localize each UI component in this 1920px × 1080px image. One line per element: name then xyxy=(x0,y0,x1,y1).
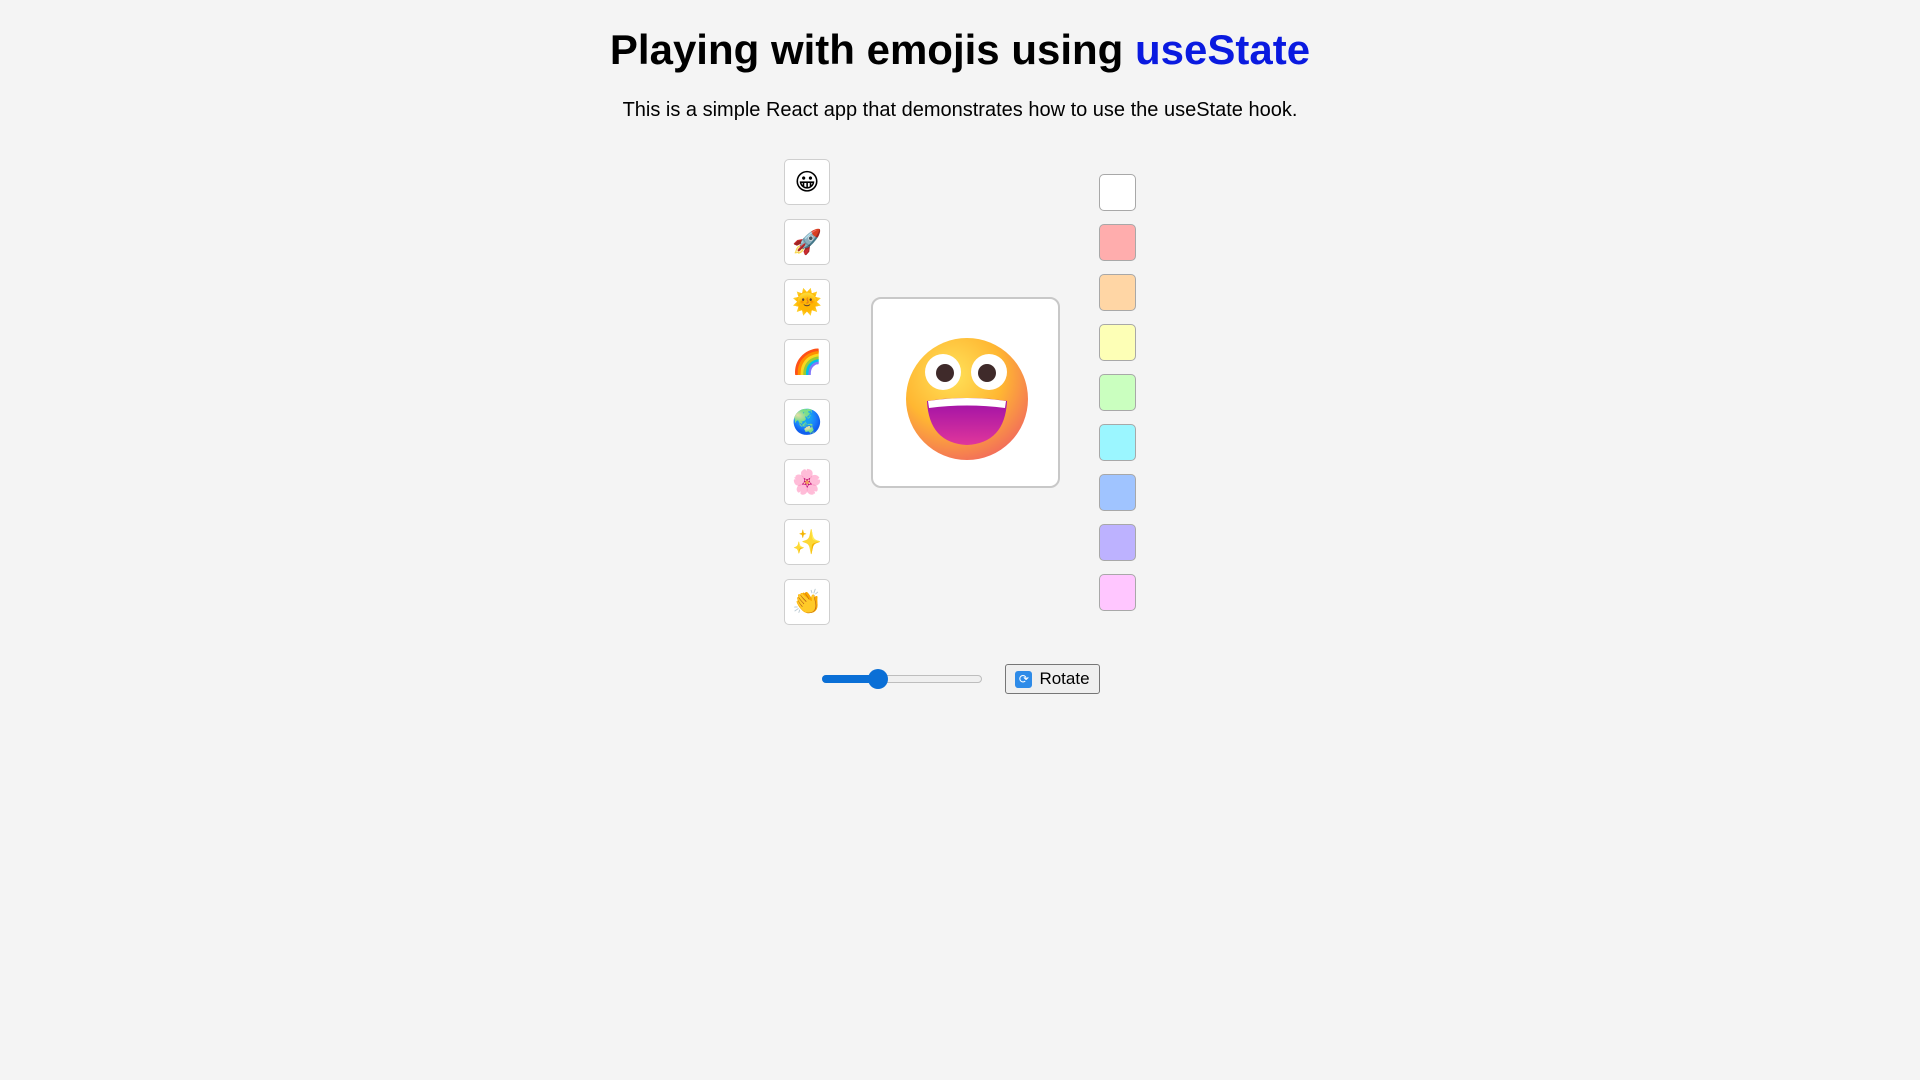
size-slider[interactable] xyxy=(822,669,982,689)
emoji-display xyxy=(871,297,1060,488)
page-title: Playing with emojis using useState xyxy=(0,22,1920,78)
emoji-app: Playing with emojis using useState This … xyxy=(0,0,1920,1080)
color-swatch[interactable] xyxy=(1099,324,1136,361)
color-swatch[interactable] xyxy=(1099,524,1136,561)
slider-thumb[interactable] xyxy=(868,669,888,689)
color-swatch[interactable] xyxy=(1099,424,1136,461)
emoji-option-rainbow[interactable]: 🌈 xyxy=(784,339,830,385)
globe-icon: 🌏 xyxy=(792,408,822,436)
cherry-blossom-icon: 🌸 xyxy=(792,468,822,496)
emoji-option-clapping-hands[interactable]: 👏 xyxy=(784,579,830,625)
emoji-option-globe[interactable]: 🌏 xyxy=(784,399,830,445)
color-swatch[interactable] xyxy=(1099,574,1136,611)
emoji-option-cherry-blossom[interactable]: 🌸 xyxy=(784,459,830,505)
rotate-button[interactable]: ⟳ Rotate xyxy=(1005,664,1100,694)
color-swatch[interactable] xyxy=(1099,374,1136,411)
emoji-option-grinning-face[interactable]: 😀 xyxy=(784,159,830,205)
rotate-arrows-icon: ⟳ xyxy=(1015,670,1033,688)
sun-with-face-icon: 🌞 xyxy=(792,288,822,316)
emoji-option-sun-with-face[interactable]: 🌞 xyxy=(784,279,830,325)
rocket-icon: 🚀 xyxy=(792,228,822,256)
rainbow-icon: 🌈 xyxy=(792,348,822,376)
grinning-face-icon xyxy=(906,338,1028,460)
page-subtitle: This is a simple React app that demonstr… xyxy=(622,99,1298,121)
sparkles-icon: ✨ xyxy=(792,528,822,556)
emoji-option-sparkles[interactable]: ✨ xyxy=(784,519,830,565)
grinning-face-icon: 😀 xyxy=(794,168,820,196)
page-title-prefix: Playing with emojis using xyxy=(609,26,1135,73)
rotate-button-label: Rotate xyxy=(1039,669,1090,688)
emoji-option-rocket[interactable]: 🚀 xyxy=(784,219,830,265)
color-swatch[interactable] xyxy=(1099,474,1136,511)
color-swatch[interactable] xyxy=(1099,274,1136,311)
color-swatch[interactable] xyxy=(1099,174,1136,211)
color-swatch[interactable] xyxy=(1099,224,1136,261)
page-title-accent: useState xyxy=(1135,26,1311,73)
clapping-hands-icon: 👏 xyxy=(792,588,822,616)
